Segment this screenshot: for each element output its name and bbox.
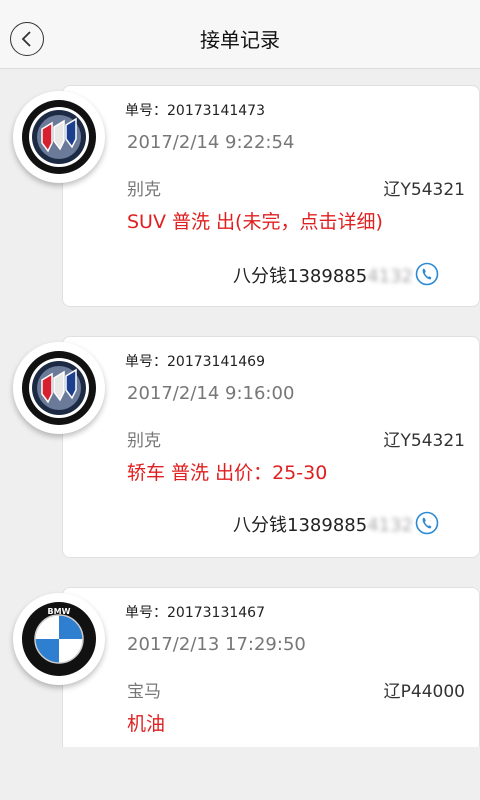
masked-digits: 4132 [367,266,413,287]
masked-digits: 4132 [367,515,413,536]
order-time: 2017/2/14 9:22:54 [127,132,295,153]
order-time: 2017/2/13 17:29:50 [127,634,306,655]
bmw-logo: BMW [13,593,105,685]
buick-logo [13,342,105,434]
order-card[interactable]: 单号：20173141473 2017/2/14 9:22:54 别克 辽Y54… [62,85,480,307]
order-number: 单号：20173131467 [125,605,265,621]
car-brand: 别克 [127,431,161,451]
contact-phone: 八分钱13898854132 [233,262,413,288]
buick-logo-icon [22,351,96,425]
order-time: 2017/2/14 9:16:00 [127,383,295,404]
bottom-area [0,747,480,800]
car-plate: 辽P44000 [383,682,465,702]
order-list: 单号：20173141473 2017/2/14 9:22:54 别克 辽Y54… [0,69,480,747]
car-plate: 辽Y54321 [383,431,465,451]
service-detail[interactable]: 机油 [127,709,165,736]
car-brand: 别克 [127,180,161,200]
order-card[interactable]: 单号：20173131467 2017/2/13 17:29:50 宝马 辽P4… [62,587,480,747]
contact-phone: 八分钱13898854132 [233,511,413,537]
top-bar: 接单记录 [0,0,480,69]
page-title: 接单记录 [200,28,280,52]
car-brand: 宝马 [127,682,161,702]
order-number: 单号：20173141469 [125,354,265,370]
service-detail[interactable]: SUV 普洗 出(未完，点击详细) [127,207,383,234]
svg-text:BMW: BMW [48,607,71,616]
phone-icon[interactable] [415,511,439,535]
car-plate: 辽Y54321 [383,180,465,200]
buick-logo-icon [22,100,96,174]
service-detail[interactable]: 轿车 普洗 出价：25-30 [127,458,327,485]
contact-name-number: 八分钱1389885 [233,515,368,536]
buick-logo [13,91,105,183]
contact-name-number: 八分钱1389885 [233,266,368,287]
phone-icon[interactable] [415,262,439,286]
order-card[interactable]: 单号：20173141469 2017/2/14 9:16:00 别克 辽Y54… [62,336,480,558]
order-number: 单号：20173141473 [125,103,265,119]
bmw-logo-icon: BMW [22,602,96,676]
